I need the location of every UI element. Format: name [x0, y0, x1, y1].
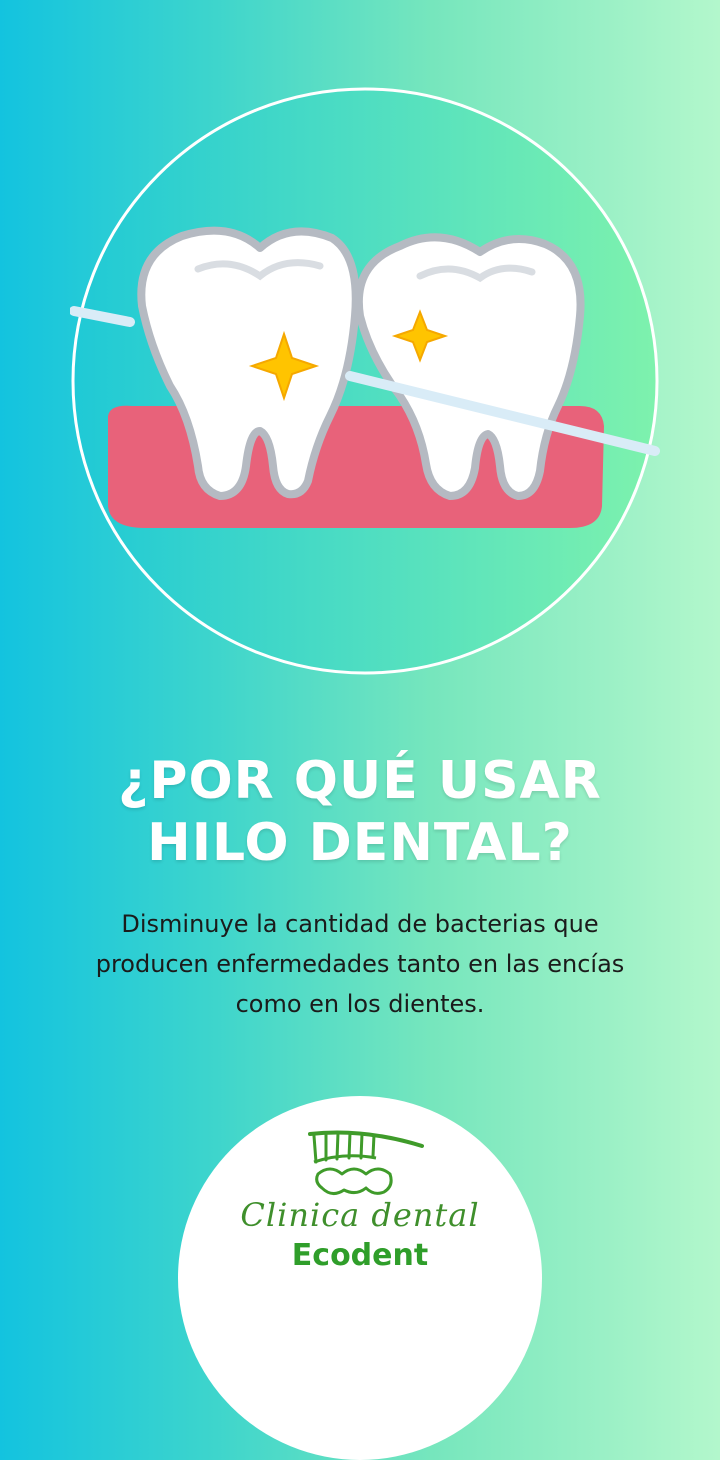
- headline: ¿POR QUÉ USAR HILO DENTAL?: [0, 750, 720, 874]
- toothbrush-teeth-icon: [308, 1130, 424, 1195]
- description-line-2: producen enfermedades tanto en las encía…: [95, 950, 625, 978]
- logo-brand-name: Ecodent: [291, 1238, 429, 1273]
- headline-line-2: HILO DENTAL?: [147, 813, 573, 873]
- hero-illustration: [70, 86, 660, 676]
- description: Disminuye la cantidad de bacterias que p…: [70, 904, 650, 1024]
- logo-script-text: Clinica dental: [240, 1196, 480, 1234]
- description-line-3: como en los dientes.: [235, 990, 485, 1018]
- description-line-1: Disminuye la cantidad de bacterias que: [121, 910, 599, 938]
- tooth-floss-icon: [70, 87, 660, 675]
- headline-line-1: ¿POR QUÉ USAR: [118, 751, 602, 811]
- clinic-logo: Clinica dental Ecodent: [178, 1096, 542, 1460]
